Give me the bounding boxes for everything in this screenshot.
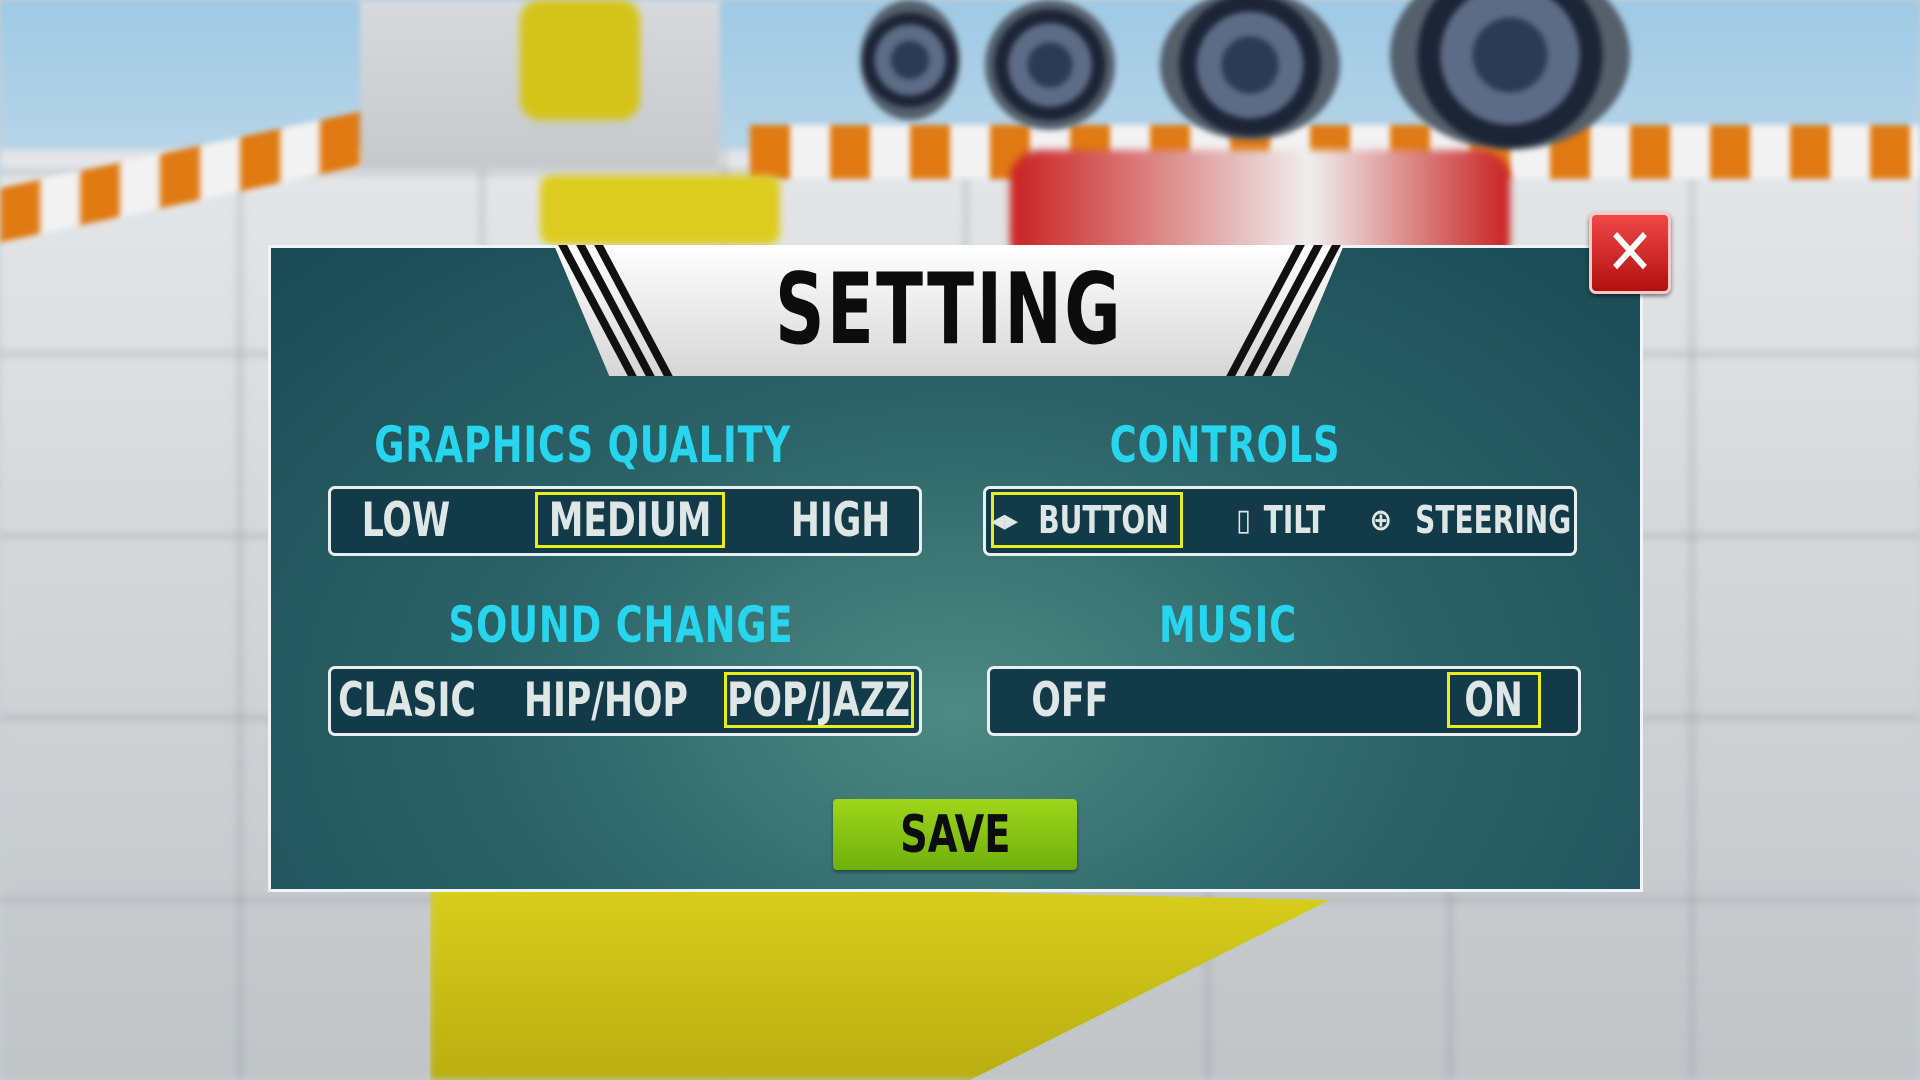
controls-title: CONTROLS [1109, 416, 1341, 474]
settings-dialog: SETTING GRAPHICS QUALITY LOW MEDIUM HIGH… [268, 245, 1643, 892]
music-option-off[interactable]: OFF [1020, 672, 1120, 728]
music-title: MUSIC [1158, 596, 1298, 654]
sound-change-selector: CLASIC HIP/HOP POP/JAZZ [328, 666, 922, 736]
controls-selector: ◂▸ BUTTON ▯ TILT ⊕ STEERING [983, 486, 1577, 556]
graphics-quality-title: GRAPHICS QUALITY [374, 416, 792, 474]
controls-option-steering[interactable]: ⊕ STEERING [1370, 492, 1574, 548]
yellow-car-far [520, 0, 640, 120]
music-option-on[interactable]: ON [1447, 672, 1541, 728]
arrows-icon: ◂▸ [990, 502, 1019, 538]
music-toggle: OFF ON [987, 666, 1581, 736]
sound-change-title: SOUND CHANGE [448, 596, 794, 654]
controls-option-button[interactable]: ◂▸ BUTTON [991, 492, 1183, 548]
title-banner: SETTING [554, 245, 1344, 376]
tire-ring-2 [985, 0, 1115, 130]
close-button[interactable]: ✕ [1589, 212, 1671, 294]
save-button[interactable]: SAVE [833, 799, 1077, 870]
x-icon: ✕ [1605, 216, 1655, 290]
graphics-option-low[interactable]: LOW [341, 492, 471, 548]
sound-option-clasic[interactable]: CLASIC [337, 672, 477, 728]
phone-tilt-icon: ▯ [1236, 502, 1251, 538]
steering-wheel-icon: ⊕ [1369, 502, 1393, 538]
dialog-title: SETTING [774, 253, 1124, 367]
stripe-right-3 [1260, 245, 1341, 376]
yellow-car-mid [540, 175, 780, 245]
stripe-left-1 [558, 245, 639, 376]
sound-option-hiphop[interactable]: HIP/HOP [521, 672, 691, 728]
graphics-quality-selector: LOW MEDIUM HIGH [328, 486, 922, 556]
graphics-option-high[interactable]: HIGH [781, 492, 901, 548]
sound-option-popjazz[interactable]: POP/JAZZ [724, 672, 914, 728]
graphics-option-medium[interactable]: MEDIUM [535, 492, 725, 548]
tire-ring-1 [860, 0, 960, 120]
controls-option-tilt[interactable]: ▯ TILT [1224, 492, 1344, 548]
